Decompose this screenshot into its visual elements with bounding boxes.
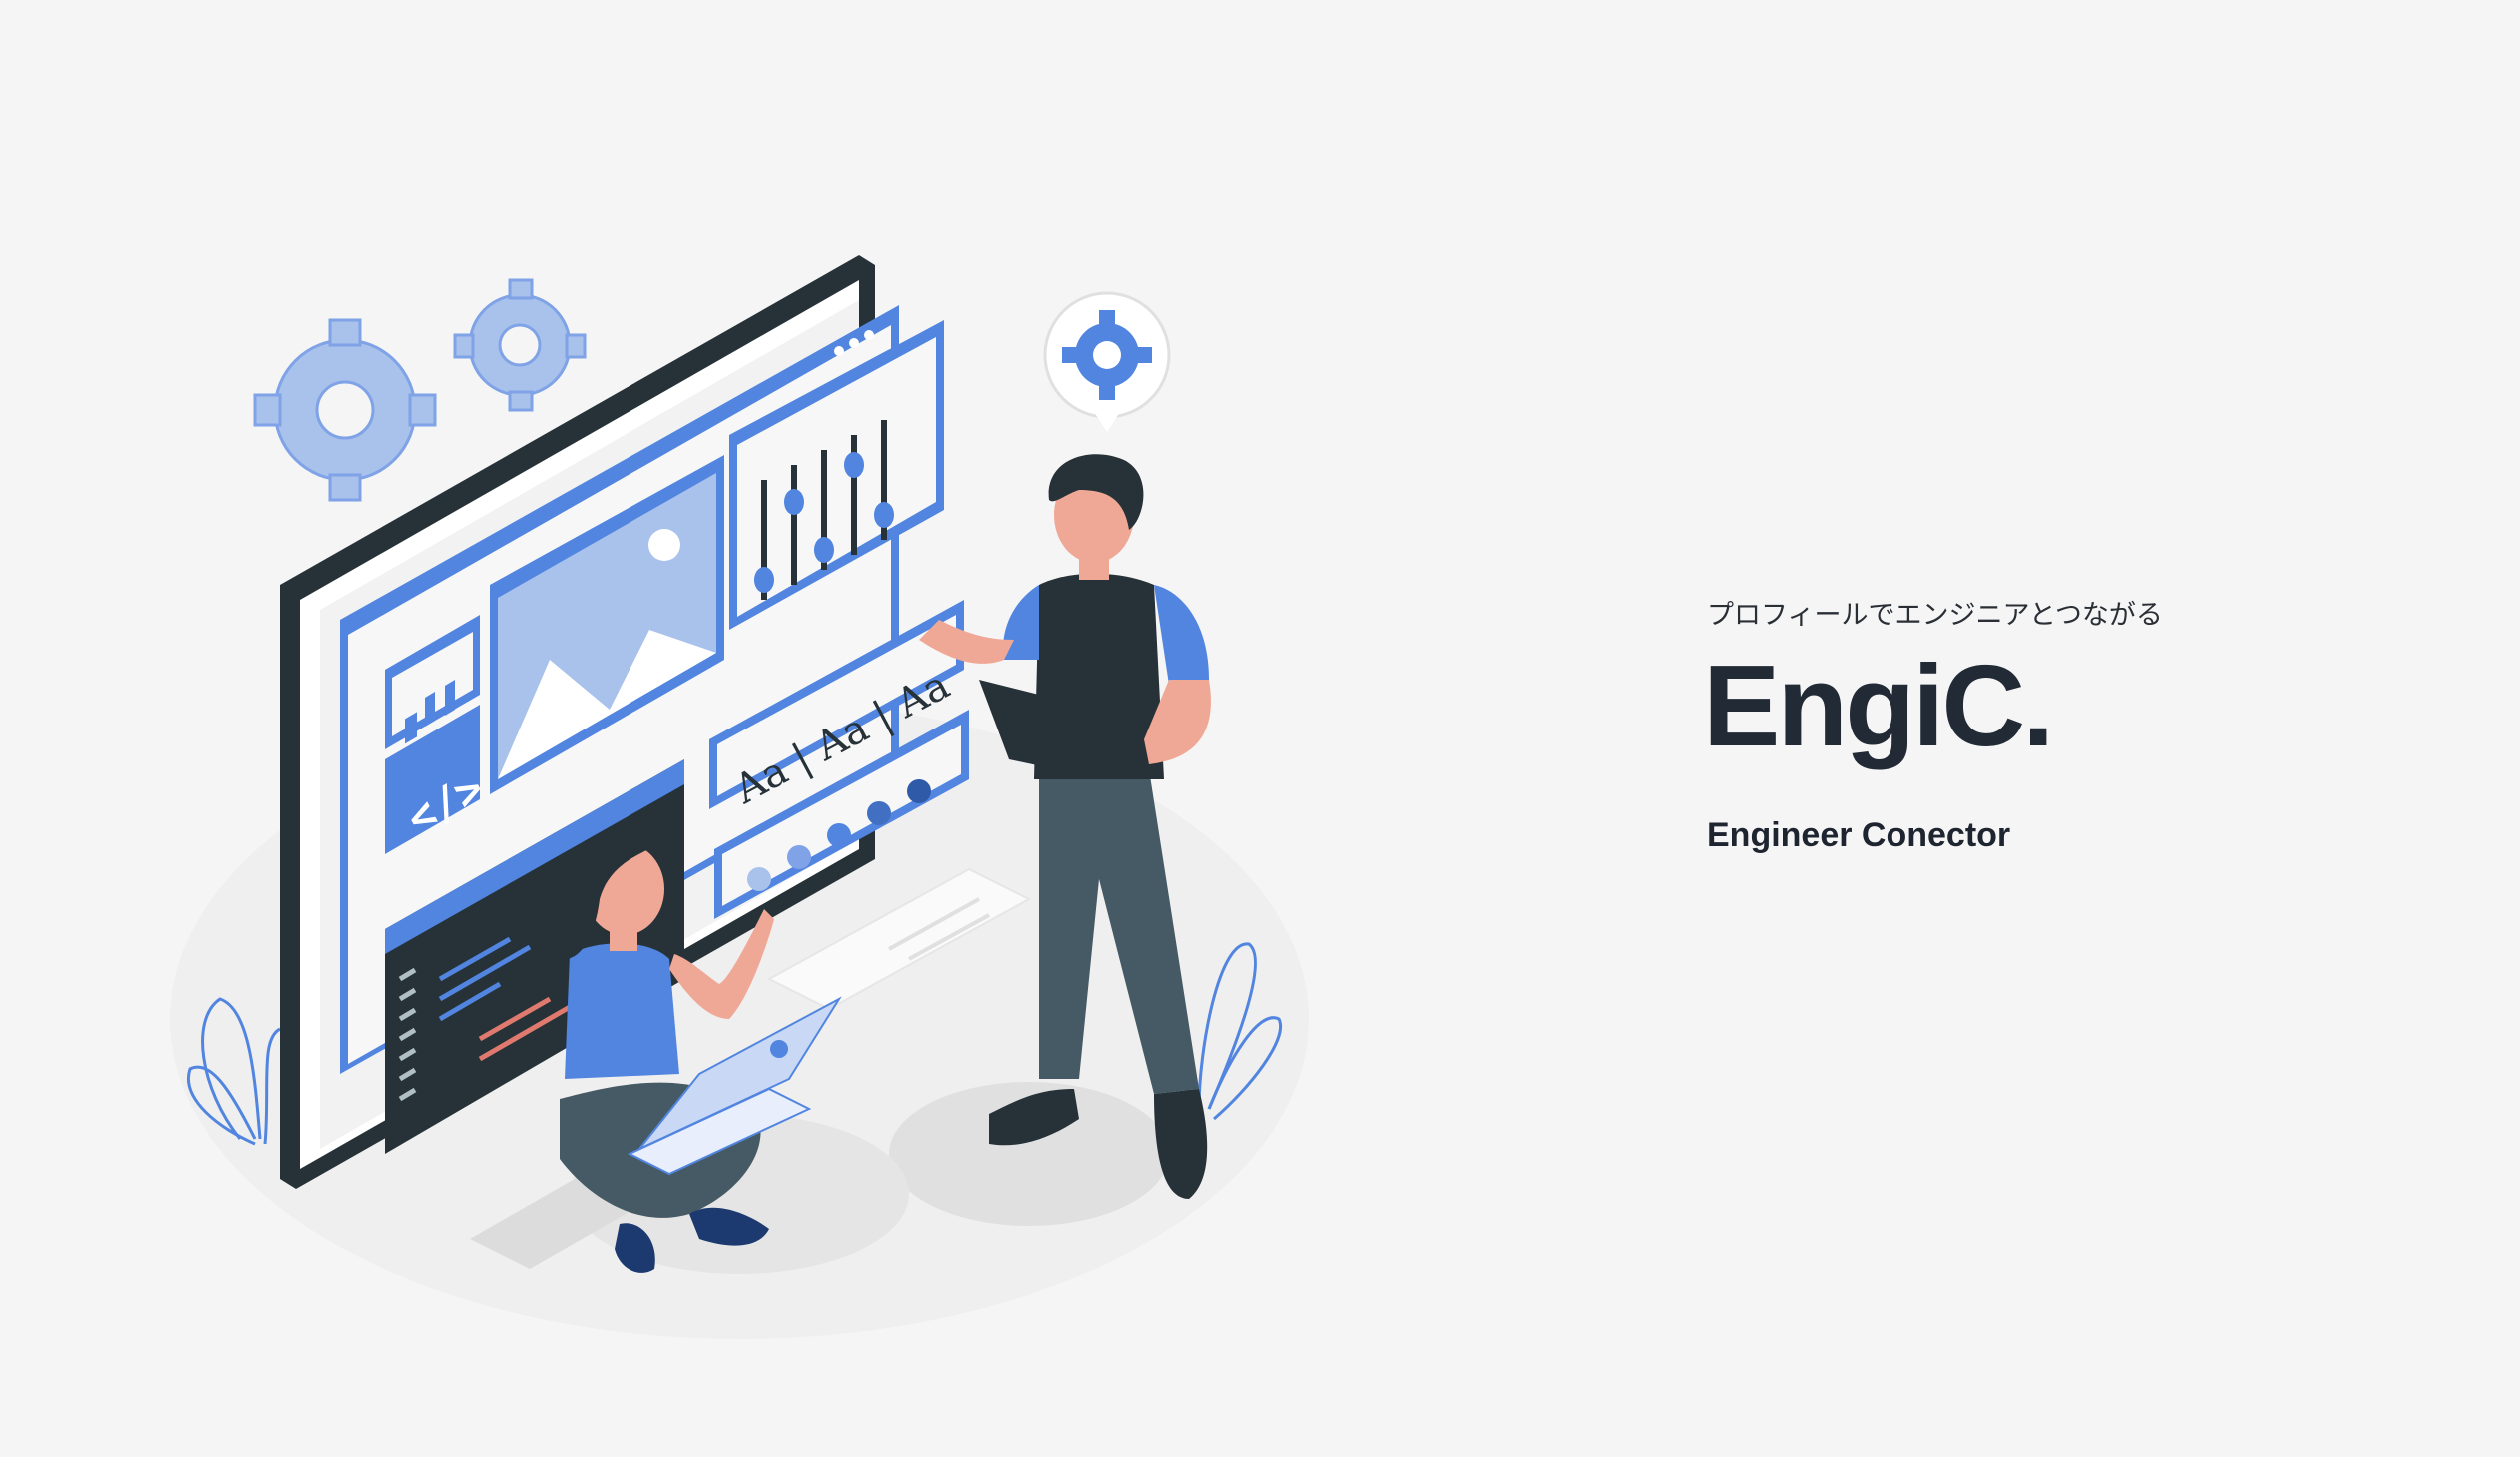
- hero-section: </> Aa | Aa | Aa プロフィールでエンジニアとつながる EngiC…: [0, 0, 2520, 1457]
- hero-illustration: </> Aa | Aa | Aa: [170, 240, 1339, 1349]
- speech-bubble-gear: [1043, 291, 1171, 432]
- subtitle: Engineer Conector: [1707, 816, 2011, 854]
- brand-block: プロフィールでエンジニアとつながる EngiC. Engineer Conect…: [1703, 596, 2406, 857]
- tagline: プロフィールでエンジニアとつながる: [1707, 600, 2163, 631]
- gear-icon: [253, 318, 437, 502]
- gear-icon: [453, 278, 587, 412]
- logo-wordmark: EngiC.: [1703, 641, 2054, 770]
